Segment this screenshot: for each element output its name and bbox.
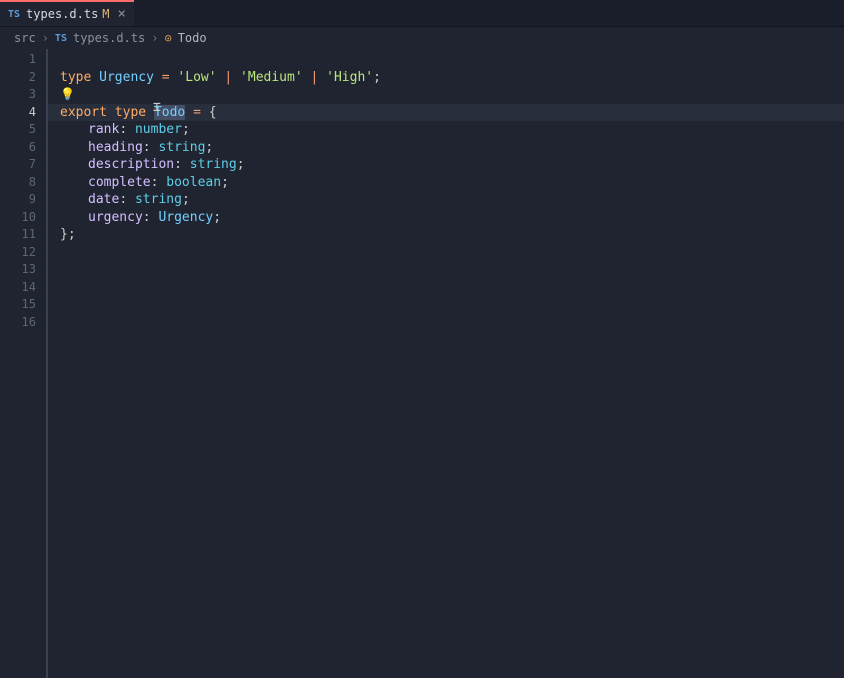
code-line: 💡 [60, 86, 844, 104]
breadcrumb-file[interactable]: types.d.ts [73, 31, 145, 45]
lightbulb-icon[interactable]: 💡 [60, 87, 75, 101]
line-number: 16 [0, 314, 36, 332]
chevron-right-icon: › [42, 31, 49, 45]
line-number: 11 [0, 226, 36, 244]
line-number: 3 [0, 86, 36, 104]
line-number: 13 [0, 261, 36, 279]
code-line: }; [60, 226, 844, 244]
line-number: 15 [0, 296, 36, 314]
breadcrumb-symbol[interactable]: Todo [178, 31, 207, 45]
line-gutter: 12345678910111213141516 [0, 49, 48, 678]
code-line: complete: boolean; [60, 174, 844, 192]
code-line: rank: number; [60, 121, 844, 139]
breadcrumb-folder[interactable]: src [14, 31, 36, 45]
line-number: 7 [0, 156, 36, 174]
line-number: 8 [0, 174, 36, 192]
code-line [60, 314, 844, 332]
code-line: urgency: Urgency; [60, 209, 844, 227]
editor: 12345678910111213141516 type Urgency = '… [0, 49, 844, 678]
line-number: 9 [0, 191, 36, 209]
line-number: 4 [0, 104, 36, 122]
code-line [60, 261, 844, 279]
code-line [60, 244, 844, 262]
line-number: 6 [0, 139, 36, 157]
code-line: description: string; [60, 156, 844, 174]
code-line [60, 296, 844, 314]
code-line [60, 279, 844, 297]
code-line-current: export type Todo = { [48, 104, 844, 122]
editor-tab[interactable]: TS types.d.ts M × [0, 0, 134, 26]
line-number: 14 [0, 279, 36, 297]
typescript-icon: TS [55, 33, 67, 44]
tab-modified-indicator: M [102, 7, 109, 21]
code-line: type Urgency = 'Low' | 'Medium' | 'High'… [60, 69, 844, 87]
typescript-icon: TS [8, 9, 20, 20]
code-line: heading: string; [60, 139, 844, 157]
code-area[interactable]: type Urgency = 'Low' | 'Medium' | 'High'… [48, 49, 844, 678]
close-icon[interactable]: × [118, 6, 126, 22]
tab-filename: types.d.ts [26, 7, 98, 21]
code-line [60, 51, 844, 69]
chevron-right-icon: › [151, 31, 158, 45]
breadcrumb: src › TS types.d.ts › ⊙ Todo [0, 27, 844, 49]
code-line: date: string; [60, 191, 844, 209]
tab-bar: TS types.d.ts M × [0, 0, 844, 27]
symbol-icon: ⊙ [164, 31, 171, 45]
selected-symbol: Todo [154, 105, 185, 120]
line-number: 5 [0, 121, 36, 139]
line-number: 1 [0, 51, 36, 69]
line-number: 12 [0, 244, 36, 262]
line-number: 10 [0, 209, 36, 227]
line-number: 2 [0, 69, 36, 87]
